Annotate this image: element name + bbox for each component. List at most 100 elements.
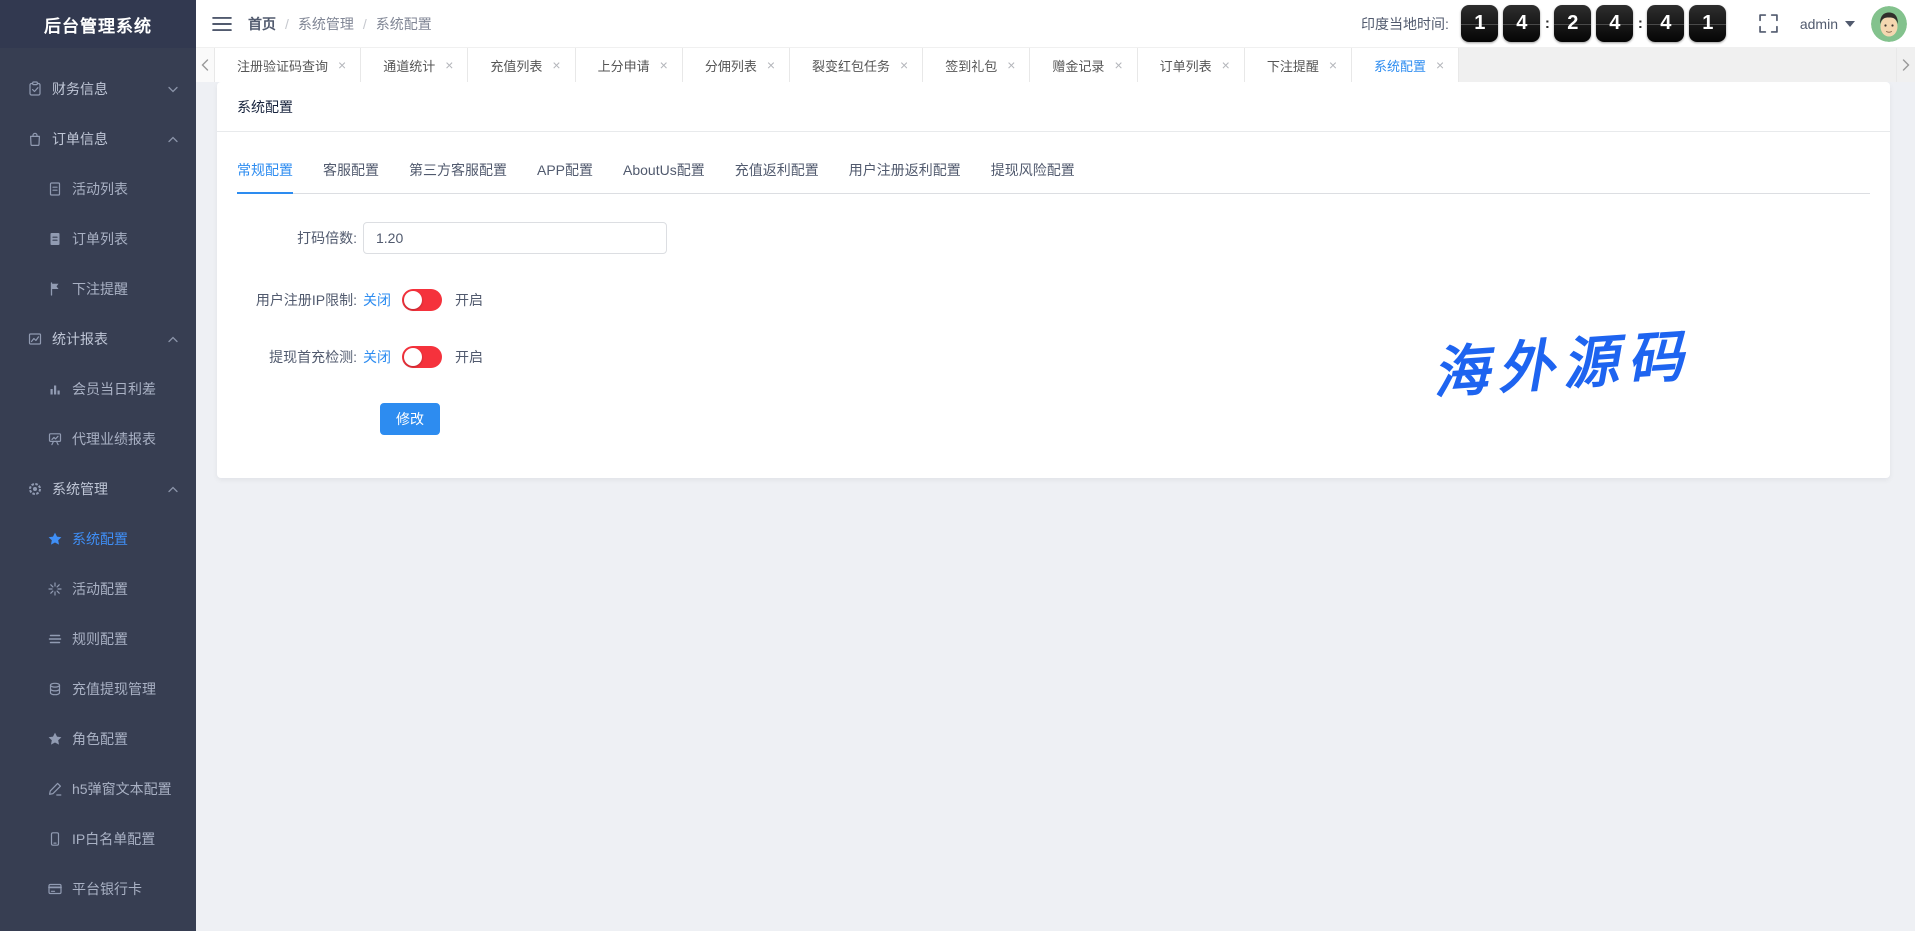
close-icon[interactable]: × (660, 58, 668, 72)
clock-colon: : (1637, 15, 1643, 32)
sidebar-item-activity-config[interactable]: 活动配置 (0, 564, 196, 614)
config-tab-third-party-service[interactable]: 第三方客服配置 (409, 160, 507, 193)
form-row-ip-limit: 用户注册IP限制: 关闭 开启 (237, 289, 1870, 311)
modify-button[interactable]: 修改 (380, 403, 440, 435)
open-tab-active[interactable]: 系统配置 × (1352, 48, 1460, 82)
close-icon[interactable]: × (1329, 58, 1337, 72)
close-icon[interactable]: × (1436, 58, 1444, 72)
avatar[interactable] (1871, 5, 1907, 42)
close-icon[interactable]: × (552, 58, 560, 72)
config-tab-customer-service[interactable]: 客服配置 (323, 160, 379, 193)
open-tab-label: 赠金记录 (1052, 58, 1105, 74)
multiplier-input[interactable] (363, 222, 667, 254)
close-icon[interactable]: × (900, 58, 908, 72)
clock-digit: 4 (1596, 5, 1634, 42)
sidebar-item-agent-performance-report[interactable]: 代理业绩报表 (0, 414, 196, 464)
config-tab-general[interactable]: 常规配置 (237, 160, 293, 194)
open-tab-label: 下注提醒 (1266, 58, 1319, 74)
config-tab-aboutus[interactable]: AboutUs配置 (623, 160, 705, 193)
first-charge-check-toggle[interactable] (402, 346, 442, 368)
open-tab[interactable]: 充值列表 × (468, 48, 576, 82)
clock-digit: 4 (1503, 5, 1541, 42)
sidebar-item-deposit-withdraw-management[interactable]: 充值提现管理 (0, 664, 196, 714)
document-filled-icon (50, 233, 60, 245)
sidebar-item-finance-info[interactable]: 财务信息 (0, 64, 196, 114)
breadcrumb-home[interactable]: 首页 (248, 14, 276, 34)
switch-on-label[interactable]: 开启 (455, 290, 483, 310)
config-tab-register-rebate[interactable]: 用户注册返利配置 (849, 160, 961, 193)
phone-icon (50, 832, 60, 846)
general-config-form: 打码倍数: 用户注册IP限制: 关闭 开启 提现首充检测: 关闭 (237, 222, 1870, 435)
star-filled-icon (48, 532, 62, 545)
sidebar-item-system-config[interactable]: 系统配置 (0, 514, 196, 564)
caret-down-icon (1845, 20, 1855, 27)
ip-limit-toggle[interactable] (402, 289, 442, 311)
switch-off-label[interactable]: 关闭 (363, 347, 391, 367)
scroll-tabs-right-icon[interactable] (1896, 48, 1915, 82)
bar-chart-icon (50, 385, 60, 395)
form-row-first-charge-check: 提现首充检测: 关闭 开启 (237, 346, 1870, 368)
config-tab-app[interactable]: APP配置 (537, 160, 593, 193)
sidebar-item-label: 角色配置 (72, 731, 128, 747)
open-tab[interactable]: 下注提醒 × (1244, 48, 1353, 82)
sidebar-item-h5-popup-text-config[interactable]: h5弹窗文本配置 (0, 764, 196, 814)
switch-off-label[interactable]: 关闭 (363, 290, 391, 310)
sidebar-item-platform-bank-card[interactable]: 平台银行卡 (0, 864, 196, 914)
config-tab-withdraw-risk[interactable]: 提现风险配置 (991, 160, 1075, 193)
sidebar-item-label: 系统管理 (52, 481, 108, 497)
close-icon[interactable]: × (1114, 58, 1122, 72)
toggle-knob (404, 348, 422, 366)
sidebar-item-label: IP白名单配置 (72, 831, 156, 847)
open-tab[interactable]: 裂变红包任务 × (790, 48, 924, 82)
sidebar-item-label: 代理业绩报表 (72, 431, 156, 447)
clock-digit: 1 (1461, 5, 1499, 42)
close-icon[interactable]: × (445, 58, 453, 72)
sidebar-item-bet-reminder[interactable]: 下注提醒 (0, 264, 196, 314)
breadcrumb-separator: / (285, 15, 289, 32)
sidebar-item-rules-config[interactable]: 规则配置 (0, 614, 196, 664)
sidebar-item-label: 活动配置 (72, 581, 128, 597)
breadcrumb-system-management[interactable]: 系统管理 (298, 14, 354, 34)
collapse-sidebar-icon[interactable] (212, 15, 232, 33)
open-tab-label: 上分申请 (597, 58, 650, 74)
sidebar-item-role-config[interactable]: 角色配置 (0, 714, 196, 764)
fullscreen-icon[interactable] (1759, 14, 1778, 33)
system-config-card: 系统配置 常规配置 客服配置 第三方客服配置 APP配置 AboutUs配置 充… (217, 82, 1890, 478)
open-tab[interactable]: 签到礼包 × (923, 48, 1031, 82)
sparkle-icon (48, 582, 62, 596)
breadcrumb-current: 系统配置 (375, 15, 432, 32)
switch-on-label[interactable]: 开启 (455, 347, 483, 367)
sidebar-item-ip-whitelist-config[interactable]: IP白名单配置 (0, 814, 196, 864)
sidebar-item-statistics-reports[interactable]: 统计报表 (0, 314, 196, 364)
open-tab[interactable]: 订单列表 × (1137, 48, 1245, 82)
list-icon (48, 634, 62, 644)
open-tab-label: 充值列表 (490, 58, 543, 74)
close-icon[interactable]: × (1222, 58, 1230, 72)
scroll-tabs-left-icon[interactable] (196, 48, 215, 82)
avatar-face-image (1871, 5, 1907, 42)
sidebar-item-order-info[interactable]: 订单信息 (0, 114, 196, 164)
config-tab-deposit-rebate[interactable]: 充值返利配置 (735, 160, 819, 193)
open-tab[interactable]: 通道统计 × (361, 48, 469, 82)
sidebar-item-activity-list[interactable]: 活动列表 (0, 164, 196, 214)
close-icon[interactable]: × (1007, 58, 1015, 72)
open-tab[interactable]: 分佣列表 × (682, 48, 791, 82)
card-title: 系统配置 (237, 99, 293, 115)
field-label: 提现首充检测: (269, 349, 357, 365)
sidebar-item-label: 充值提现管理 (72, 681, 156, 697)
content-area: 系统配置 常规配置 客服配置 第三方客服配置 APP配置 AboutUs配置 充… (196, 82, 1915, 931)
open-tab-label: 系统配置 (1374, 58, 1427, 74)
close-icon[interactable]: × (767, 58, 775, 72)
open-tab[interactable]: 赠金记录 × (1030, 48, 1138, 82)
close-icon[interactable]: × (338, 58, 346, 72)
sidebar-item-member-daily-margin[interactable]: 会员当日利差 (0, 364, 196, 414)
toggle-knob (404, 291, 422, 309)
presentation-chart-icon (48, 433, 62, 446)
open-tab[interactable]: 注册验证码查询 × (215, 48, 362, 82)
document-icon (49, 182, 61, 196)
sidebar-item-order-list[interactable]: 订单列表 (0, 214, 196, 264)
sidebar-item-label: 会员当日利差 (72, 381, 156, 397)
user-menu[interactable]: admin (1800, 16, 1855, 32)
open-tab[interactable]: 上分申请 × (575, 48, 683, 82)
sidebar-item-system-management[interactable]: 系统管理 (0, 464, 196, 514)
